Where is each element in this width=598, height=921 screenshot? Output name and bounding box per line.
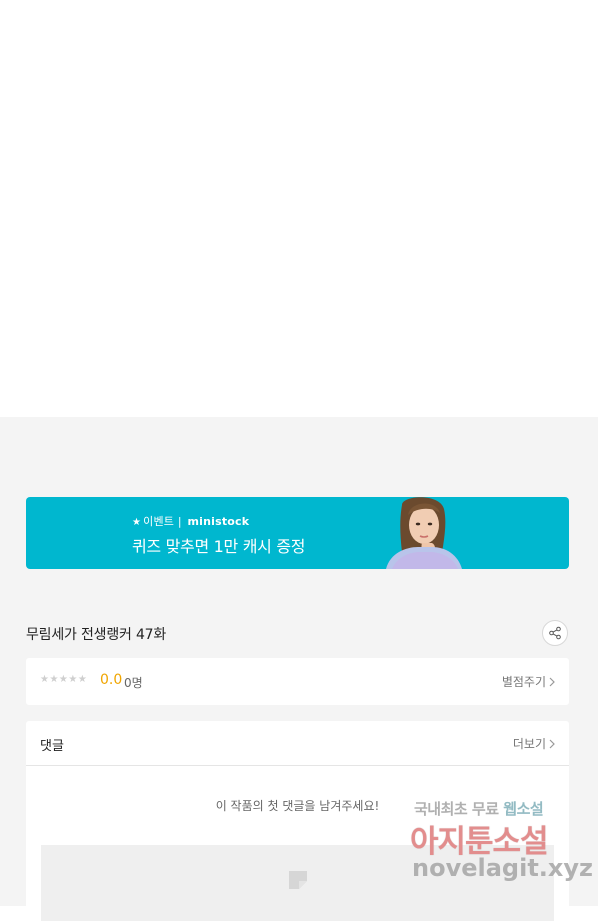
banner-headline: 퀴즈 맞추면 1만 캐시 증정 bbox=[132, 537, 306, 556]
comment-input-placeholder[interactable] bbox=[41, 845, 554, 921]
episode-footer-area: ★ 이벤트 | ministock 퀴즈 맞추면 1만 캐시 증정 무림세가 전생… bbox=[0, 417, 598, 921]
event-banner[interactable]: ★ 이벤트 | ministock 퀴즈 맞추면 1만 캐시 증정 bbox=[26, 497, 569, 569]
rate-button[interactable]: 별점주기 bbox=[502, 673, 555, 690]
banner-event-label: 이벤트 bbox=[143, 515, 175, 528]
rate-button-label: 별점주기 bbox=[501, 675, 546, 689]
rating-score: 0.0 bbox=[100, 672, 123, 688]
comments-empty-message: 이 작품의 첫 댓글을 남겨주세요! bbox=[215, 799, 380, 813]
comments-more-label: 더보기 bbox=[512, 737, 546, 751]
rating-count: 0명 bbox=[124, 676, 143, 690]
episode-title: 무림세가 전생랭커 47화 bbox=[26, 627, 167, 643]
star-rating-icons: ★★★★★ bbox=[40, 674, 88, 685]
banner-brand: ministock bbox=[187, 515, 250, 528]
star-icon: ★ bbox=[132, 517, 142, 528]
comments-more-button[interactable]: 더보기 bbox=[513, 735, 555, 752]
comments-section-label: 댓글 bbox=[40, 739, 64, 754]
banner-model-image bbox=[386, 497, 462, 569]
comments-header: 댓글 더보기 bbox=[26, 721, 569, 766]
share-button[interactable] bbox=[542, 620, 568, 646]
chevron-right-icon bbox=[549, 739, 555, 748]
comments-card: 댓글 더보기 이 작품의 첫 댓글을 남겨주세요! bbox=[26, 721, 569, 921]
rating-card: ★★★★★ 0.0 0명 별점주기 bbox=[26, 658, 569, 705]
banner-divider: | bbox=[177, 515, 182, 528]
chevron-right-icon bbox=[549, 677, 555, 686]
banner-event-line: ★ 이벤트 | ministock bbox=[132, 513, 249, 529]
share-icon bbox=[549, 626, 561, 640]
image-placeholder-icon bbox=[289, 871, 307, 889]
viewer-blank-area bbox=[0, 0, 598, 417]
